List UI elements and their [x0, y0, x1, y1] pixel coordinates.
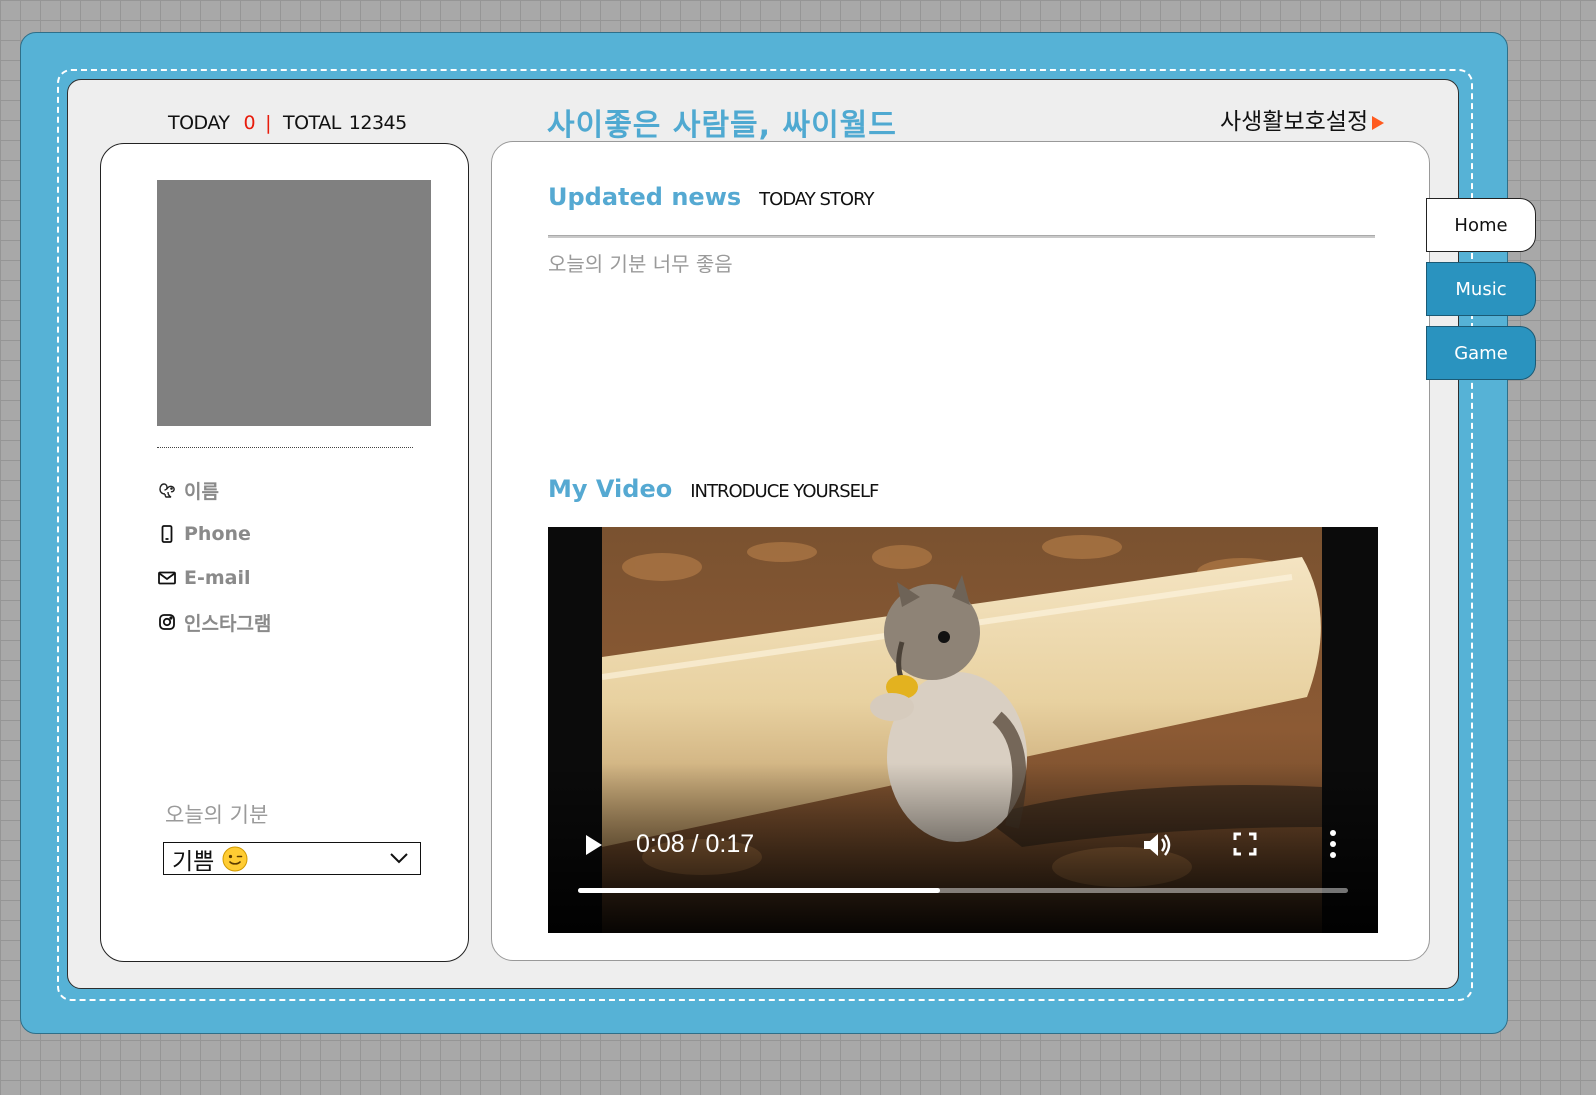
today-count: 0	[243, 112, 256, 134]
profile-panel: 이름 Phone E-mail 인스타그램 오늘의 기분 기쁨	[100, 143, 469, 962]
profile-email-label: E-mail	[184, 567, 251, 589]
video-player[interactable]: 0:08 / 0:17	[548, 527, 1378, 933]
video-seek-progress	[578, 888, 940, 893]
video-subtitle: INTRODUCE YOURSELF	[690, 481, 879, 502]
total-count: 12345	[348, 112, 407, 134]
frame-inner: TODAY 0 | TOTAL 12345 사이좋은 사람들, 싸이월드 사생활보호설정…	[67, 79, 1459, 989]
more-options-icon[interactable]	[1328, 829, 1338, 859]
mood-label: 오늘의 기분	[165, 803, 269, 827]
video-seek-bar[interactable]	[578, 888, 1348, 893]
news-divider	[548, 235, 1375, 238]
news-header: Updated news TODAY STORY	[548, 183, 874, 211]
fullscreen-icon[interactable]	[1233, 832, 1257, 856]
visitor-counter: TODAY 0 | TOTAL 12345	[168, 112, 407, 134]
profile-item-name: 이름	[157, 468, 271, 512]
chevron-down-icon	[390, 853, 408, 864]
profile-image	[157, 180, 431, 426]
frame-outer: TODAY 0 | TOTAL 12345 사이좋은 사람들, 싸이월드 사생활보호설정…	[20, 32, 1508, 1034]
mood-select[interactable]: 기쁨	[163, 842, 421, 875]
winking-face-icon	[222, 846, 248, 871]
profile-divider	[157, 447, 413, 448]
profile-item-email: E-mail	[157, 556, 271, 600]
profile-name-label: 이름	[184, 480, 219, 503]
counter-separator: |	[265, 112, 271, 134]
news-subtitle: TODAY STORY	[759, 189, 874, 210]
play-icon[interactable]	[584, 833, 604, 857]
envelope-icon	[158, 571, 176, 585]
tab-game[interactable]: Game	[1426, 326, 1536, 380]
privacy-settings-link[interactable]: 사생활보호설정	[1220, 102, 1385, 136]
site-title: 사이좋은 사람들, 싸이월드	[547, 108, 897, 143]
tab-music[interactable]: Music	[1426, 262, 1536, 316]
volume-icon[interactable]	[1140, 829, 1172, 861]
mood-selected-value: 기쁨	[172, 848, 215, 875]
triangle-right-icon	[1372, 115, 1385, 130]
news-text: 오늘의 기분 너무 좋음	[548, 252, 733, 276]
video-header: My Video INTRODUCE YOURSELF	[548, 475, 879, 503]
profile-item-phone: Phone	[157, 512, 271, 556]
today-label: TODAY	[168, 112, 230, 134]
total-label: TOTAL	[283, 112, 341, 134]
profile-phone-label: Phone	[184, 523, 251, 545]
video-time: 0:08 / 0:17	[636, 830, 755, 858]
news-title: Updated news	[548, 183, 742, 211]
tab-home[interactable]: Home	[1426, 198, 1536, 252]
profile-info-list: 이름 Phone E-mail 인스타그램	[157, 468, 271, 644]
instagram-icon	[159, 614, 175, 630]
squirrel-icon	[159, 483, 175, 498]
profile-item-instagram: 인스타그램	[157, 600, 271, 644]
video-title: My Video	[548, 475, 673, 503]
privacy-settings-label: 사생활보호설정	[1220, 109, 1369, 135]
phone-icon	[161, 525, 173, 543]
profile-instagram-label: 인스타그램	[184, 612, 272, 635]
main-panel: Updated news TODAY STORY 오늘의 기분 너무 좋음 My…	[491, 141, 1430, 961]
